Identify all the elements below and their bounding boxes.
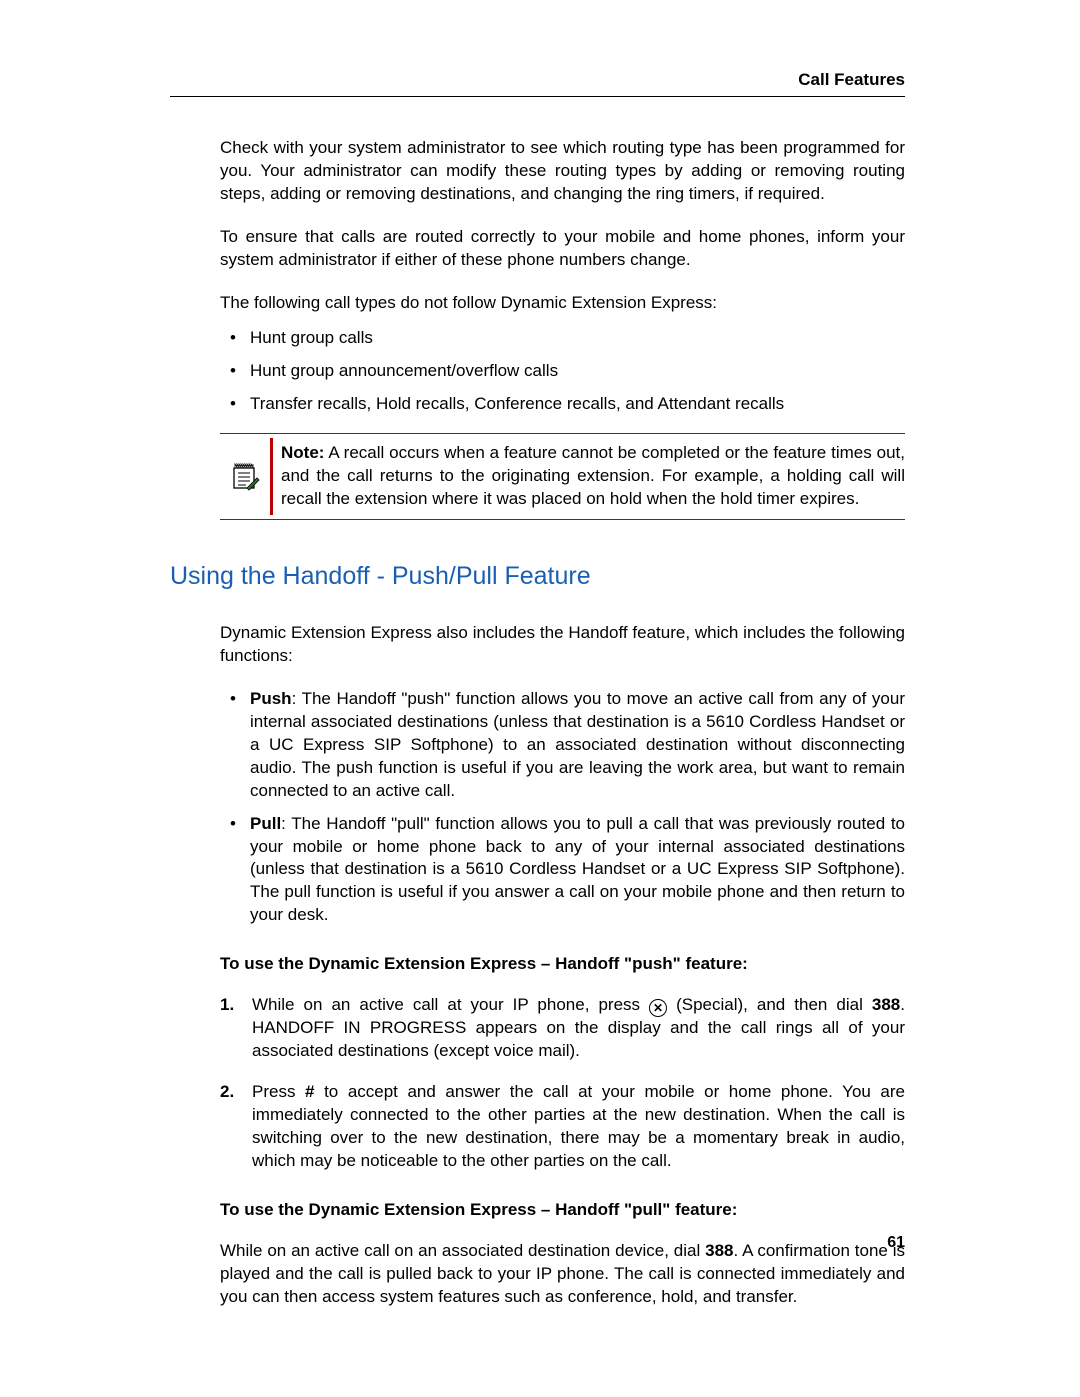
list-item: Pull: The Handoff "pull" function allows…	[220, 813, 905, 928]
intro-paragraph-3: The following call types do not follow D…	[220, 292, 905, 315]
step-text-part: Press	[252, 1082, 305, 1101]
list-item: Push: The Handoff "push" function allows…	[220, 688, 905, 803]
page-body: Check with your system administrator to …	[170, 137, 905, 1309]
pull-text: : The Handoff "pull" function allows you…	[250, 814, 905, 925]
handoff-functions-list: Push: The Handoff "push" function allows…	[220, 688, 905, 927]
hash-key: #	[305, 1082, 314, 1101]
push-label: Push	[250, 689, 292, 708]
step-item: 1. While on an active call at your IP ph…	[220, 994, 905, 1063]
step-number: 2.	[220, 1081, 234, 1104]
list-item: Transfer recalls, Hold recalls, Conferen…	[220, 393, 905, 416]
pull-procedure-heading: To use the Dynamic Extension Express – H…	[220, 1199, 905, 1222]
note-label: Note:	[281, 443, 324, 462]
step-item: 2. Press # to accept and answer the call…	[220, 1081, 905, 1173]
header-title: Call Features	[798, 70, 905, 90]
notepad-icon	[230, 462, 260, 492]
list-item: Hunt group announcement/overflow calls	[220, 360, 905, 383]
list-item-text: Hunt group calls	[250, 328, 373, 347]
step-text-part: While on an active call at your IP phone…	[252, 995, 649, 1014]
section-intro: Dynamic Extension Express also includes …	[220, 622, 905, 668]
special-key-icon: ✕	[649, 999, 667, 1017]
step-number: 1.	[220, 994, 234, 1017]
push-procedure-heading: To use the Dynamic Extension Express – H…	[220, 953, 905, 976]
pull-paragraph: While on an active call on an associated…	[220, 1240, 905, 1309]
note-text: Note: A recall occurs when a feature can…	[270, 438, 905, 515]
push-text: : The Handoff "push" function allows you…	[250, 689, 905, 800]
intro-paragraph-2: To ensure that calls are routed correctl…	[220, 226, 905, 272]
step-text-part: to accept and answer the call at your mo…	[252, 1082, 905, 1170]
step-text-part: (Special), and then dial	[667, 995, 872, 1014]
page-header: Call Features	[170, 70, 905, 97]
list-item-text: Transfer recalls, Hold recalls, Conferen…	[250, 394, 784, 413]
list-item: Hunt group calls	[220, 327, 905, 350]
dial-code: 388	[705, 1241, 733, 1260]
list-item-text: Hunt group announcement/overflow calls	[250, 361, 558, 380]
intro-paragraph-1: Check with your system administrator to …	[220, 137, 905, 206]
section-heading: Using the Handoff - Push/Pull Feature	[170, 560, 905, 594]
note-icon-cell	[220, 438, 270, 515]
push-steps-list: 1. While on an active call at your IP ph…	[220, 994, 905, 1173]
pull-text-part: While on an active call on an associated…	[220, 1241, 705, 1260]
pull-label: Pull	[250, 814, 281, 833]
document-page: Call Features Check with your system adm…	[0, 0, 1080, 1397]
note-body: A recall occurs when a feature cannot be…	[281, 443, 905, 508]
dial-code: 388	[872, 995, 900, 1014]
page-number: 61	[887, 1234, 905, 1252]
note-callout: Note: A recall occurs when a feature can…	[220, 433, 905, 520]
call-types-list: Hunt group calls Hunt group announcement…	[220, 327, 905, 416]
